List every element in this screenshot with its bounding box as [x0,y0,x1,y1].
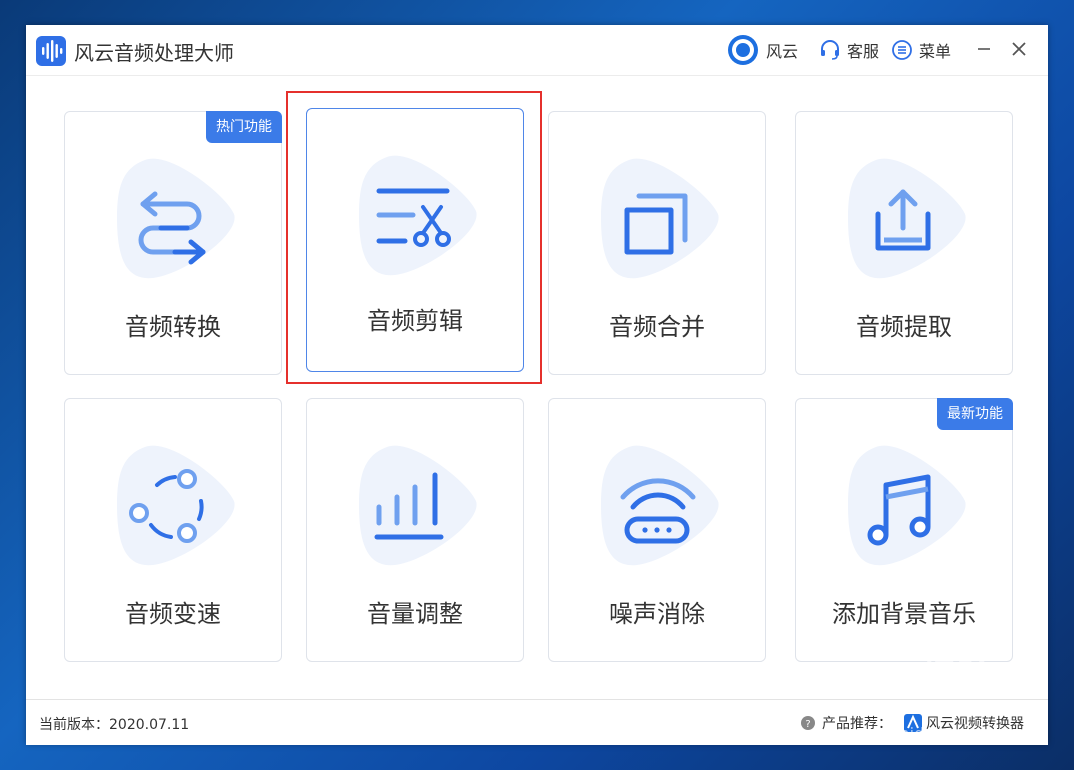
minimize-icon [978,48,990,50]
app-title: 风云音频处理大师 [74,41,234,65]
menu-button[interactable]: 菜单 [891,37,951,63]
hot-feature-badge: 热门功能 [206,111,282,143]
card-volume-adjust[interactable]: 音量调整 [306,398,524,662]
app-logo-icon [36,36,66,66]
svg-text:?: ? [805,719,810,730]
card-add-bgm[interactable]: 添加背景音乐 最新功能 [795,398,1013,662]
export-upload-icon [875,189,931,251]
card-label: 添加背景音乐 [832,600,976,628]
user-label: 风云 [766,42,799,61]
user-button[interactable]: 风云 [726,35,799,65]
speed-orbit-icon [129,469,204,543]
noise-router-icon [620,478,696,544]
close-icon [1012,42,1026,56]
card-audio-merge[interactable]: 音频合并 [548,111,766,375]
card-audio-convert[interactable]: 音频转换 热门功能 [64,111,282,375]
volume-bars-icon [374,472,444,540]
card-label: 音频变速 [125,600,221,628]
card-audio-extract[interactable]: 音频提取 [795,111,1013,375]
menu-label: 菜单 [919,42,952,61]
convert-arrows-icon [138,191,206,265]
customer-service-button[interactable]: 客服 [819,37,879,63]
card-label: 音频转换 [125,313,221,341]
card-audio-speed[interactable]: 音频变速 [64,398,282,662]
close-button[interactable] [1008,37,1030,61]
user-avatar-icon [728,35,758,65]
card-label: 音频提取 [856,313,952,341]
title-bar: 风云音频处理大师 风云 客服 菜单 [26,25,1048,76]
version-label: 当前版本：2020.07.11 [39,717,190,733]
help-icon: ? [801,716,815,730]
new-feature-badge: 最新功能 [937,398,1013,430]
selection-highlight-box [286,91,542,384]
card-label: 噪声消除 [609,600,705,628]
card-label: 音量调整 [367,600,463,628]
merge-windows-icon [624,193,688,255]
watermark-url: jingyan.baidu.com [826,724,974,743]
music-note-icon [867,474,931,546]
watermark-logo: Baidu经验 [800,657,995,698]
headset-icon [821,40,839,60]
card-label: 音频合并 [609,313,705,341]
menu-icon [892,40,912,60]
service-label: 客服 [847,42,880,61]
card-noise-removal[interactable]: 噪声消除 [548,398,766,662]
minimize-button[interactable] [973,37,995,61]
